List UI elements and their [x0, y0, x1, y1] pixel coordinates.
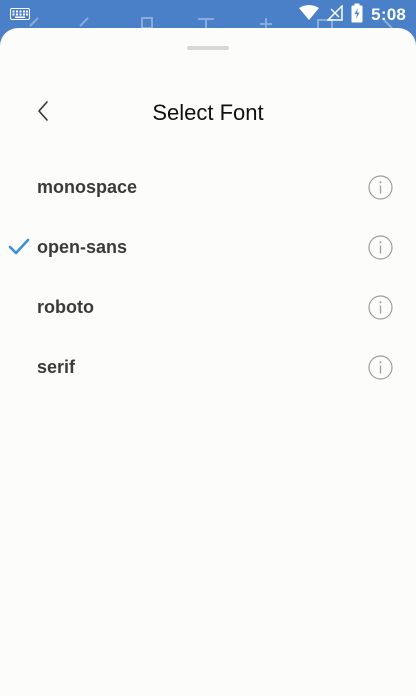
font-item-open-sans[interactable]: open-sans [0, 218, 416, 278]
font-label: open-sans [37, 237, 128, 257]
info-icon[interactable] [368, 355, 393, 380]
info-icon[interactable] [368, 235, 393, 260]
font-item-roboto[interactable]: roboto [0, 278, 416, 338]
font-list: monospace open-sans roboto serif [0, 158, 416, 398]
page-title: Select Font [152, 100, 264, 125]
signal-icon [326, 3, 343, 26]
status-time: 5:08 [371, 5, 406, 24]
font-select-sheet: Select Font monospace open-sans roboto s… [0, 28, 416, 696]
info-icon[interactable] [368, 175, 393, 200]
status-bar: 5:08 [0, 0, 416, 31]
font-item-monospace[interactable]: monospace [0, 158, 416, 218]
font-label: serif [37, 357, 76, 377]
wifi-icon [299, 4, 320, 26]
info-icon[interactable] [368, 295, 393, 320]
font-item-serif[interactable]: serif [0, 338, 416, 398]
font-label: roboto [37, 297, 94, 317]
drag-handle[interactable] [187, 46, 229, 50]
checkmark-icon [8, 238, 30, 256]
battery-icon [351, 3, 363, 28]
font-label: monospace [37, 177, 138, 197]
